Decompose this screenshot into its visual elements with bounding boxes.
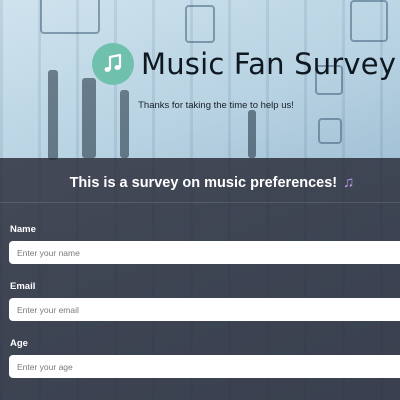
email-input[interactable] [9, 298, 400, 321]
page-subtitle: Thanks for taking the time to help us! [138, 100, 294, 111]
name-label: Name [10, 224, 36, 235]
header: Music Fan Survey Thanks for taking the t… [0, 0, 400, 158]
email-label: Email [10, 281, 36, 292]
age-input[interactable] [9, 355, 400, 378]
age-label: Age [10, 338, 28, 349]
name-input[interactable] [9, 241, 400, 264]
survey-form: This is a survey on music preferences! ♫… [0, 158, 400, 400]
music-note-icon [92, 43, 134, 85]
divider [0, 202, 400, 203]
form-heading: This is a survey on music preferences! ♫ [0, 174, 400, 191]
form-heading-text: This is a survey on music preferences! [69, 175, 338, 191]
music-notes-icon: ♫ [343, 174, 355, 191]
page-title: Music Fan Survey [141, 47, 397, 81]
